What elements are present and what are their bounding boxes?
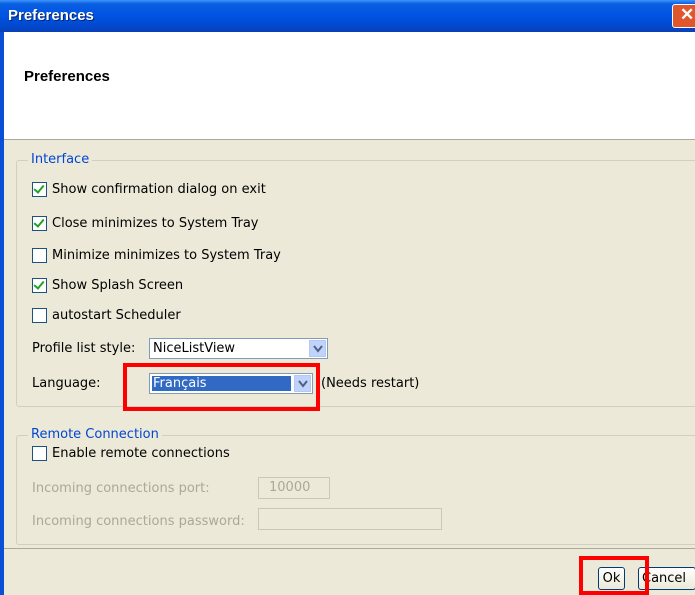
checkbox-minimize-to-tray[interactable]: Minimize minimizes to System Tray <box>32 246 281 264</box>
chevron-down-icon <box>313 345 323 353</box>
highlight-box-language <box>123 363 320 411</box>
checkbox-autostart-scheduler[interactable]: autostart Scheduler <box>32 306 181 324</box>
checkbox[interactable] <box>32 307 47 323</box>
checkbox[interactable] <box>32 247 47 263</box>
close-icon: ✕ <box>680 5 695 24</box>
checkmark-icon <box>33 215 45 228</box>
select-value: NiceListView <box>153 341 236 356</box>
checkbox-label: Minimize minimizes to System Tray <box>52 247 281 263</box>
title-bar[interactable]: Preferences ✕ <box>0 0 695 32</box>
profile-list-style-select[interactable]: NiceListView <box>149 338 328 359</box>
checkmark-icon <box>33 181 45 194</box>
checkbox-label: autostart Scheduler <box>52 307 181 323</box>
checkbox-label: Close minimizes to System Tray <box>52 215 259 231</box>
header-panel: Preferences <box>4 32 695 140</box>
language-label: Language: <box>32 376 101 391</box>
checkbox-label: Show Splash Screen <box>52 277 184 293</box>
port-value: 10000 <box>269 480 311 495</box>
checkbox[interactable] <box>32 277 47 293</box>
checkbox-label: Enable remote connections <box>52 445 230 461</box>
checkbox[interactable] <box>32 215 47 231</box>
dropdown-button[interactable] <box>309 340 326 357</box>
window-title: Preferences <box>8 7 94 24</box>
needs-restart-note: (Needs restart) <box>321 376 420 391</box>
footer-separator <box>4 548 695 549</box>
checkbox[interactable] <box>32 181 47 197</box>
checkbox-confirm-exit[interactable]: Show confirmation dialog on exit <box>32 180 266 198</box>
port-field[interactable]: 10000 <box>258 477 330 499</box>
checkbox[interactable] <box>32 445 47 461</box>
close-button[interactable]: ✕ <box>672 4 695 28</box>
header-title: Preferences <box>24 68 110 85</box>
profile-list-style-label: Profile list style: <box>32 341 136 356</box>
password-field[interactable] <box>258 508 442 530</box>
checkbox-label: Show confirmation dialog on exit <box>52 181 266 197</box>
remote-connection-legend: Remote Connection <box>28 427 162 442</box>
highlight-box-ok <box>579 556 649 595</box>
checkmark-icon <box>33 277 45 290</box>
password-label: Incoming connections password: <box>32 514 245 529</box>
port-label: Incoming connections port: <box>32 481 210 496</box>
checkbox-splash-screen[interactable]: Show Splash Screen <box>32 276 183 294</box>
checkbox-enable-remote[interactable]: Enable remote connections <box>32 444 230 462</box>
interface-legend: Interface <box>28 152 93 167</box>
checkbox-close-to-tray[interactable]: Close minimizes to System Tray <box>32 214 259 232</box>
